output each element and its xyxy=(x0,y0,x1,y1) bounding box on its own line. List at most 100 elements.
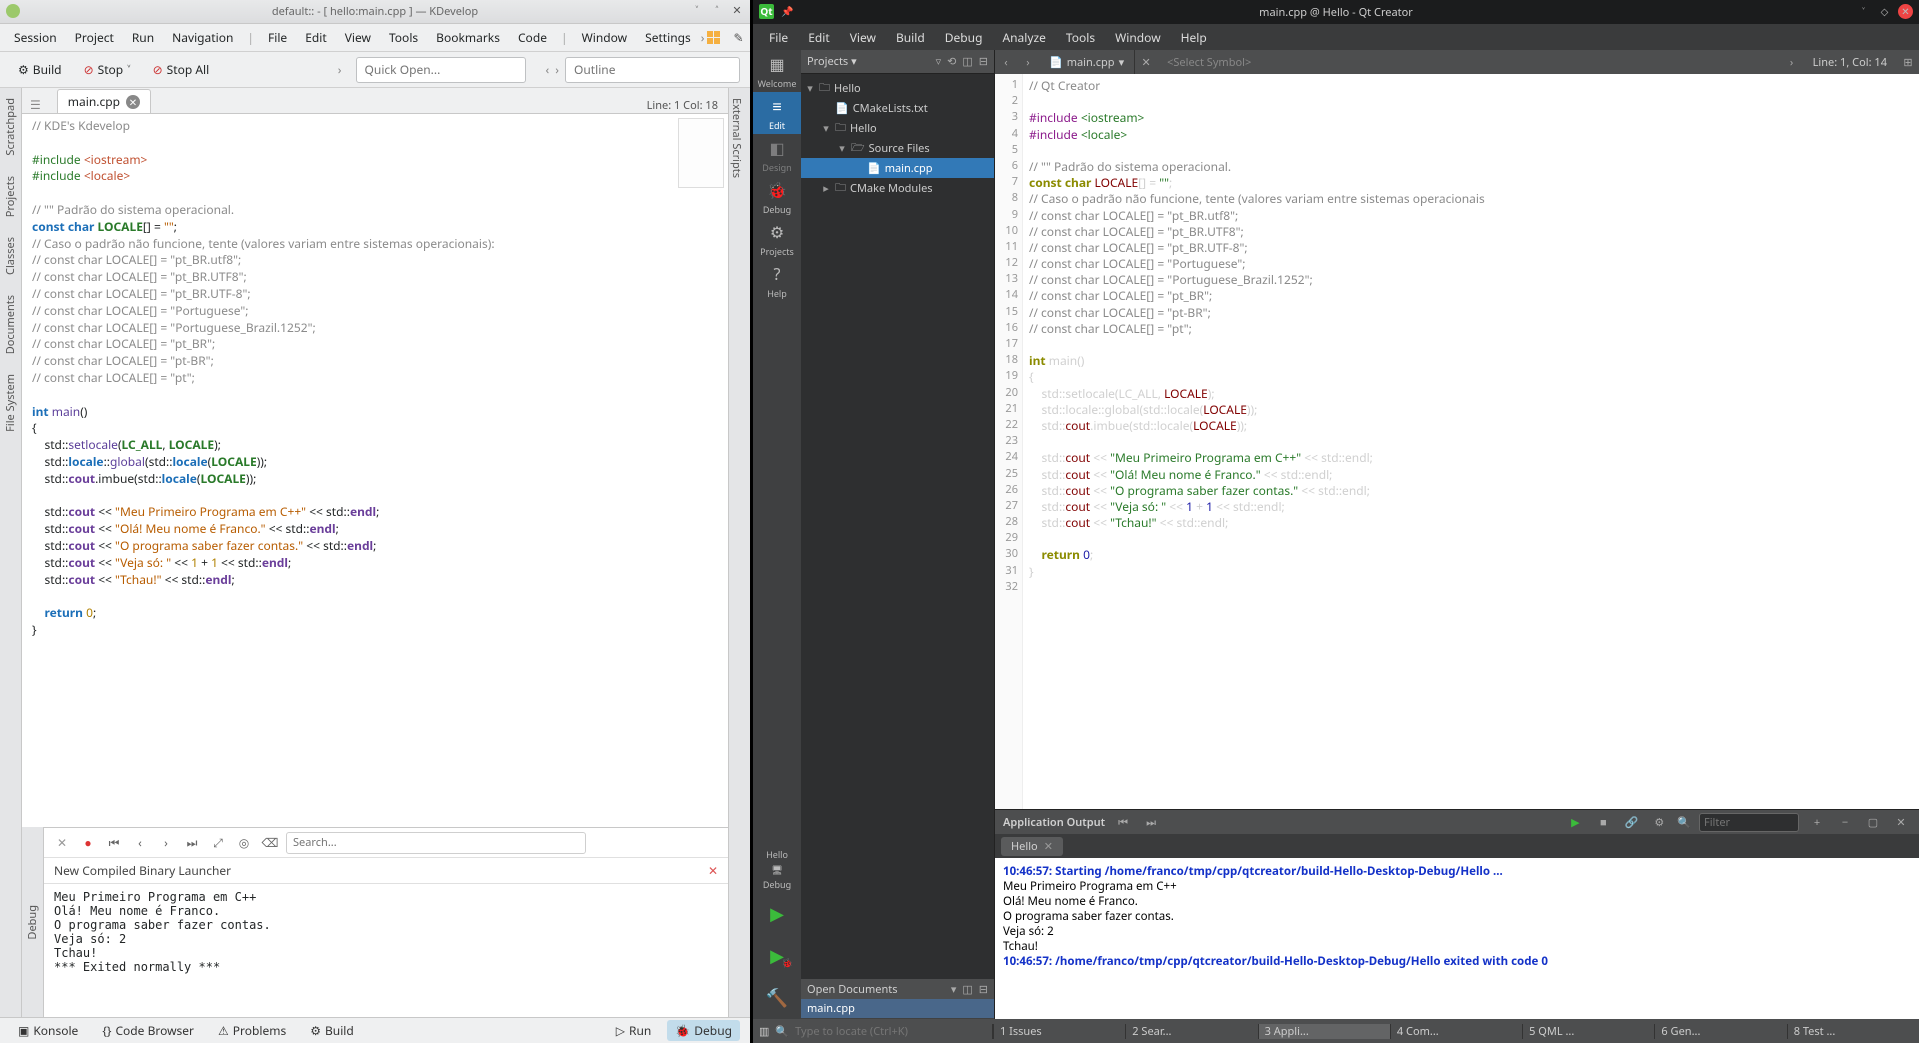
stop-icon[interactable]: ■ xyxy=(1593,815,1613,830)
code-content[interactable]: // Qt Creator #include <iostream> #inclu… xyxy=(1023,74,1919,809)
minimize-pane-icon[interactable]: − xyxy=(1835,815,1855,830)
kdev-titlebar[interactable]: default:: - [ hello:main.cpp ] — KDevelo… xyxy=(0,0,750,24)
status-problems[interactable]: ⚠ Problems xyxy=(210,1020,294,1041)
pane-compile[interactable]: 4 Com... xyxy=(1390,1024,1522,1039)
tree-main-cpp[interactable]: main.cpp xyxy=(885,161,933,176)
locator-input[interactable] xyxy=(795,1024,986,1039)
close-tab-icon[interactable]: ✕ xyxy=(126,95,140,109)
close-icon[interactable]: ✕ xyxy=(1898,4,1913,19)
back-icon[interactable]: ‹ xyxy=(546,61,550,78)
menu-icon[interactable]: ☰ xyxy=(22,96,49,113)
debug-search-input[interactable] xyxy=(286,832,586,854)
stopall-button[interactable]: ⊘Stop All xyxy=(145,57,218,82)
last-icon[interactable]: ⏭ xyxy=(182,833,202,853)
pane-general[interactable]: 6 Gen... xyxy=(1654,1024,1786,1039)
rail-projects[interactable]: Projects xyxy=(3,166,18,227)
status-codebrowser[interactable]: {} Code Browser xyxy=(94,1020,202,1041)
maximize-icon[interactable]: ˄ xyxy=(710,4,724,18)
menu-file[interactable]: File xyxy=(759,25,798,50)
filter-icon[interactable]: ▿ xyxy=(936,54,942,69)
rail-classes[interactable]: Classes xyxy=(3,227,18,285)
nav-fwd-icon[interactable]: › xyxy=(1017,55,1039,70)
menu-window[interactable]: Window xyxy=(1105,25,1171,50)
chevron-right-icon[interactable]: › xyxy=(338,61,342,78)
pane-qml[interactable]: 5 QML ... xyxy=(1522,1024,1654,1039)
chevron-down-icon[interactable]: ▾ xyxy=(951,982,957,997)
tree-cmakelists[interactable]: CMakeLists.txt xyxy=(853,101,928,116)
menu-session[interactable]: Session xyxy=(6,25,65,50)
pin-icon[interactable]: 📌 xyxy=(780,4,795,19)
next-icon[interactable]: ⏭ xyxy=(1141,815,1161,830)
overview-ruler[interactable] xyxy=(678,118,724,188)
close-launcher-icon[interactable]: ✕ xyxy=(708,862,718,879)
menu-settings[interactable]: Settings xyxy=(637,25,699,50)
minimize-icon[interactable]: ˅ xyxy=(690,4,704,18)
output-filter-input[interactable] xyxy=(1699,813,1799,832)
prev-icon[interactable]: ⏮ xyxy=(1113,815,1133,830)
menu-tools[interactable]: Tools xyxy=(381,25,426,50)
prev-icon[interactable]: ‹ xyxy=(130,833,150,853)
quickopen-input[interactable] xyxy=(356,57,526,83)
chevron-down-icon[interactable]: ▾ xyxy=(851,54,857,69)
debug-output[interactable]: Meu Primeiro Programa em C++ Olá! Meu no… xyxy=(44,884,728,1017)
close-panel-icon[interactable]: ✕ xyxy=(52,833,72,853)
stop-button[interactable]: ⊘Stop˅ xyxy=(76,57,139,82)
code-content[interactable]: // KDE's Kdevelop #include <iostream> #i… xyxy=(22,114,728,647)
expand-icon[interactable]: ⤢ xyxy=(208,833,228,853)
close-pane-icon[interactable]: ⊟ xyxy=(979,54,988,69)
stop-icon[interactable]: ● xyxy=(78,833,98,853)
mode-help[interactable]: ?Help xyxy=(753,260,801,302)
locator[interactable]: ▥ 🔍 xyxy=(753,1024,993,1039)
kit-selector[interactable]: Hello🖥Debug xyxy=(753,845,801,893)
symbol-selector[interactable]: <Select Symbol> xyxy=(1157,55,1261,70)
maximize-icon[interactable]: ◇ xyxy=(1877,4,1892,19)
mode-design[interactable]: ◧Design xyxy=(753,134,801,176)
minimize-icon[interactable]: ˅ xyxy=(1856,4,1871,19)
tree-source-files[interactable]: Source Files xyxy=(869,141,930,156)
rail-external-scripts[interactable]: External Scripts xyxy=(729,88,744,188)
tree-hello[interactable]: Hello xyxy=(834,81,861,96)
pane-test[interactable]: 8 Test ... xyxy=(1787,1024,1919,1039)
chevron-right-icon[interactable]: › xyxy=(1781,55,1803,70)
close-icon[interactable]: ✕ xyxy=(730,4,744,18)
menu-code[interactable]: Code xyxy=(510,25,555,50)
output-tab-hello[interactable]: Hello✕ xyxy=(1001,837,1063,856)
target-icon[interactable]: ◎ xyxy=(234,833,254,853)
debug-run-button[interactable]: ▶🐞 xyxy=(753,935,801,977)
rail-documents[interactable]: Documents xyxy=(3,285,18,364)
status-run[interactable]: ▷ Run xyxy=(608,1020,660,1041)
mode-edit[interactable]: ≡Edit xyxy=(753,92,801,134)
project-tree[interactable]: ▾🗀 Hello 📄 CMakeLists.txt ▾🗀 Hello ▾🗁 So… xyxy=(801,74,994,979)
line-gutter[interactable]: 1234567891011121314151617181920212223242… xyxy=(995,74,1023,809)
sidebar-toggle-icon[interactable]: ▥ xyxy=(759,1024,769,1039)
menu-tools[interactable]: Tools xyxy=(1056,25,1105,50)
editor-tab[interactable]: main.cpp ✕ xyxy=(57,89,151,113)
split-icon[interactable]: ◫ xyxy=(962,982,972,997)
status-debug[interactable]: 🐞 Debug xyxy=(667,1020,740,1041)
tree-hello-target[interactable]: Hello xyxy=(850,121,877,136)
attach-icon[interactable]: 🔗 xyxy=(1621,815,1641,830)
pane-appoutput[interactable]: 3 Appli... xyxy=(1258,1024,1390,1039)
clear-icon[interactable]: ⌫ xyxy=(260,833,280,853)
split-icon[interactable]: ⊞ xyxy=(1897,55,1919,70)
menu-navigation[interactable]: Navigation xyxy=(164,25,241,50)
projects-label[interactable]: Projects xyxy=(807,54,848,69)
open-doc-item[interactable]: main.cpp xyxy=(801,999,994,1018)
mode-projects[interactable]: ⚙Projects xyxy=(753,218,801,260)
menu-file[interactable]: File xyxy=(260,25,295,50)
tree-cmake-modules[interactable]: CMake Modules xyxy=(850,181,933,196)
close-pane-icon[interactable]: ⊟ xyxy=(979,982,988,997)
qtc-titlebar[interactable]: Qt 📌 main.cpp @ Hello - Qt Creator ˅ ◇ ✕ xyxy=(753,0,1919,24)
settings-icon[interactable]: ⚙ xyxy=(1649,815,1669,830)
rail-filesystem[interactable]: File System xyxy=(3,364,18,442)
grid-icon[interactable] xyxy=(707,31,720,44)
cursor-position[interactable]: Line: 1, Col: 14 xyxy=(1803,55,1897,70)
chevron-right-icon[interactable]: › xyxy=(701,29,705,46)
menu-build[interactable]: Build xyxy=(886,25,935,50)
menu-analyze[interactable]: Analyze xyxy=(992,25,1055,50)
next-icon[interactable]: › xyxy=(156,833,176,853)
menu-debug[interactable]: Debug xyxy=(935,25,993,50)
menu-view[interactable]: View xyxy=(337,25,379,50)
menu-bookmarks[interactable]: Bookmarks xyxy=(428,25,508,50)
menu-view[interactable]: View xyxy=(840,25,886,50)
